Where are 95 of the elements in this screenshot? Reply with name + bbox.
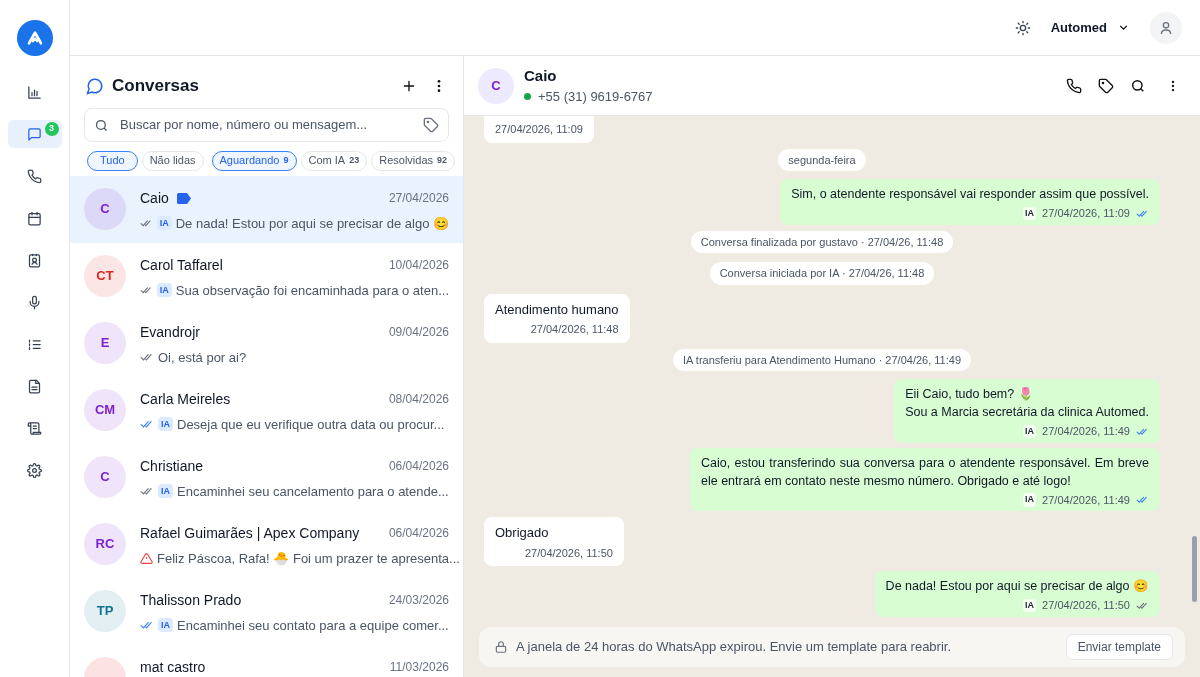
message-date: 10/04/2026 — [388, 257, 449, 274]
search-icon — [94, 117, 109, 133]
message-time: 27/04/2026, 11:09 — [1042, 206, 1130, 221]
contact-name: Carol Taffarel — [140, 255, 223, 275]
search-icon[interactable] — [1130, 77, 1146, 94]
contact-avatar: C — [84, 455, 126, 498]
message-preview: Feliz Páscoa, Rafa! 🐣 Foi um prazer te apresenta... — [157, 549, 460, 568]
message-time: 27/04/2026, 11:50 — [524, 545, 613, 561]
ia-badge: IA — [1023, 206, 1037, 220]
contact-name: Evandrojr — [140, 322, 200, 342]
document-icon — [27, 378, 42, 394]
tag-icon[interactable] — [1098, 77, 1114, 94]
message-preview: Oi, está por ai? — [158, 348, 247, 367]
chat-bubble-icon — [86, 76, 104, 95]
message-time: 27/04/2026, 11:48 — [529, 322, 619, 337]
ia-badge: IA — [156, 283, 172, 298]
contact-name: Carla Meireles — [140, 389, 231, 409]
contact-card-icon — [27, 252, 42, 268]
contact-name: Christiane — [140, 456, 204, 476]
filter-chip[interactable]: Aguardando 9 — [211, 150, 297, 171]
message-date: 11/03/2026 — [389, 659, 449, 676]
send-template-button[interactable]: Enviar template — [1065, 634, 1173, 660]
contact-avatar: C — [478, 67, 514, 104]
ia-badge: IA — [1023, 598, 1037, 612]
ia-badge: IA — [158, 618, 173, 633]
message-date: 27/04/2026 — [388, 190, 449, 207]
message-text: De nada! Estou por aqui se precisar de algo 😊 — [885, 578, 1149, 595]
system-message: Conversa finalizada por gustavo · 27/04/26, 11:48 — [690, 230, 954, 253]
user-avatar[interactable] — [1150, 11, 1182, 44]
settings-icon — [27, 462, 42, 478]
sun-icon[interactable] — [1014, 19, 1031, 36]
contact-avatar: RC — [84, 522, 126, 565]
numbered-list-icon — [27, 336, 42, 352]
message-date: 08/04/2026 — [388, 391, 449, 408]
message-text: Obrigado — [495, 524, 550, 542]
ia-badge: IA — [158, 417, 173, 432]
search-field[interactable]: Buscar por nome, número ou mensagem... — [84, 107, 449, 142]
conversation-row[interactable]: RC Rafael Guimarães | Apex Company 06/04/2026 Feliz Páscoa, Rafa! 🐣 Foi um prazer te apresenta... — [70, 510, 463, 578]
contact-name: Caio — [140, 188, 169, 208]
contact-avatar: E — [84, 321, 126, 364]
microphone-icon — [27, 294, 42, 310]
panel-title: Conversas — [112, 75, 200, 97]
message-time: 27/04/2026, 11:09 — [495, 122, 583, 137]
system-message: segunda-feira — [778, 148, 866, 171]
contact-name: Caio — [524, 65, 558, 86]
lock-icon — [494, 640, 508, 654]
message-preview: Sua observação foi encaminhada para o aten... — [175, 281, 449, 300]
ia-badge: IA — [156, 216, 172, 231]
message-text: Sim, o atendente responsável vai responder assim que possível. — [791, 186, 1149, 203]
system-message: IA transferiu para Atendimento Humano · 27/04/26, 11:49 — [673, 348, 971, 371]
message-date: 09/04/2026 — [388, 324, 449, 341]
message-time: 27/04/2026, 11:49 — [1042, 424, 1130, 439]
conversation-row[interactable]: mat castro 11/03/2026 — [70, 644, 463, 677]
phone-icon — [27, 168, 42, 184]
conversation-row[interactable]: C Caio 27/04/2026 IA De nada! Estou por aqui se precisar de algo 😊 — [70, 175, 463, 243]
contact-name: Thalisson Prado — [140, 590, 242, 610]
contact-avatar: TP — [84, 589, 126, 632]
badge: 3 — [44, 122, 59, 136]
message-preview: De nada! Estou por aqui se precisar de algo 😊 — [175, 214, 449, 233]
message-time: 27/04/2026, 11:49 — [1042, 492, 1130, 508]
contact-name: Rafael Guimarães | Apex Company — [140, 523, 360, 543]
message-date: 24/03/2026 — [388, 592, 449, 609]
contact-avatar: CM — [84, 388, 126, 431]
message-date: 06/04/2026 — [388, 458, 449, 475]
message-time: 27/04/2026, 11:50 — [1042, 598, 1130, 613]
ia-badge: IA — [1023, 424, 1037, 438]
logo-icon — [16, 20, 53, 56]
phone-number: +55 (31) 9619-6767 — [538, 88, 653, 106]
calendar-icon — [27, 210, 42, 226]
conversation-row[interactable]: CM Carla Meireles 08/04/2026 IA Deseja que eu verifique outra data ou procur... — [70, 376, 463, 444]
message-preview: Encaminhei seu cancelamento para o atende... — [177, 482, 449, 501]
conversation-row[interactable]: C Christiane 06/04/2026 IA Encaminhei seu cancelamento para o atende... — [70, 443, 463, 511]
message-preview: Deseja que eu verifique outra data ou procur... — [177, 415, 445, 434]
message-text: Caio, estou transferindo sua conversa para o atendente responsável. Em breve ele entrará em contato neste mesmo número. Obrigado e até logo! — [701, 454, 1149, 490]
account-dropdown[interactable]: Automed — [1050, 17, 1130, 38]
message-preview: Encaminhei seu contato para a equipe comer... — [177, 616, 449, 635]
phone-icon[interactable] — [1066, 77, 1082, 94]
contact-avatar: C — [84, 187, 126, 230]
conversation-row[interactable]: CT Carol Taffarel 10/04/2026 IA Sua observação foi encaminhada para o aten... — [70, 242, 463, 310]
conversation-row[interactable]: E Evandrojr 09/04/2026 Oi, está por ai? — [70, 309, 463, 377]
ia-badge: IA — [1023, 493, 1037, 507]
ia-badge: IA — [158, 484, 173, 499]
chat-bubble-icon — [27, 126, 42, 142]
message-date: 06/04/2026 — [388, 525, 449, 542]
scrollbar-thumb[interactable] — [1192, 536, 1197, 602]
contact-name: mat castro — [140, 657, 206, 677]
chart-icon — [27, 84, 42, 100]
contact-avatar: CT — [84, 254, 126, 297]
scroll-icon — [27, 420, 42, 436]
notice-text: A janela de 24 horas do WhatsApp expirou. Envie um template para reabrir. — [516, 638, 953, 657]
message-text: Eii Caio, tudo bem? 🌷 Sou a Marcia secretária da clinica Automed. — [905, 386, 1149, 421]
conversation-row[interactable]: TP Thalisson Prado 24/03/2026 IA Encaminhei seu contato para a equipe comer... — [70, 577, 463, 645]
system-message: Conversa iniciada por IA · 27/04/26, 11:48 — [709, 262, 935, 285]
message-text: Atendimento humano — [495, 300, 619, 319]
filter-chip[interactable]: Tudo — [87, 150, 138, 171]
